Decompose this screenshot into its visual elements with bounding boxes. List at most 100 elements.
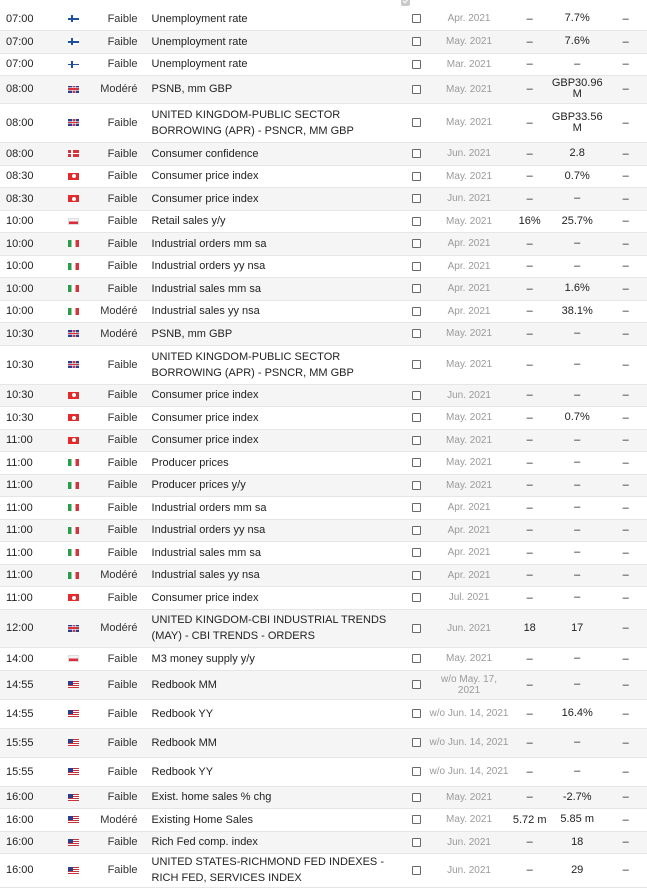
event-name[interactable]: Redbook YY <box>146 699 413 728</box>
table-row[interactable]: 11:00 Faible Consumer price index Jul. 2021… <box>0 586 647 609</box>
alert-checkbox[interactable] <box>412 118 422 128</box>
table-row[interactable]: 16:00 Faible Rich Fed comp. index Jun. 2021… <box>0 831 647 853</box>
alert-checkbox[interactable] <box>412 654 422 664</box>
table-row[interactable]: 08:30 Faible Consumer price index May. 2021… <box>0 165 647 187</box>
event-name[interactable]: Consumer price index <box>146 384 413 406</box>
alert-checkbox[interactable] <box>412 14 422 24</box>
alert-checkbox[interactable] <box>412 306 422 316</box>
table-row[interactable]: 07:00 Faible Unemployment rate Mar. 2021 – – – <box>0 53 647 75</box>
table-row[interactable]: 11:00 Faible Producer prices y/y May. 2021 –… <box>0 474 647 496</box>
table-row[interactable]: 11:00 Faible Industrial sales mm sa Apr. 20… <box>0 541 647 564</box>
table-row[interactable]: 14:55 Faible Redbook MM w/o May. 17, 2021 – –… <box>0 670 647 699</box>
table-row[interactable]: 10:00 Faible Industrial orders yy nsa Apr. … <box>0 255 647 277</box>
select-all-checkbox[interactable] <box>401 0 410 6</box>
table-row[interactable]: 11:00 Faible Consumer price index May. 2021… <box>0 429 647 451</box>
alert-checkbox[interactable] <box>412 329 422 339</box>
alert-checkbox[interactable] <box>412 413 422 423</box>
event-name[interactable]: Industrial orders yy nsa <box>146 255 413 277</box>
alert-checkbox[interactable] <box>412 792 422 802</box>
alert-checkbox[interactable] <box>412 738 422 748</box>
table-row[interactable]: 16:00 Faible Exist. home sales % chg May. 2… <box>0 786 647 808</box>
table-row[interactable]: 14:55 Faible Redbook YY w/o Jun. 14, 2021 – 1… <box>0 699 647 728</box>
table-row[interactable]: 08:00 Faible UNITED KINGDOM-PUBLIC SECTOR … <box>0 103 647 142</box>
event-name[interactable]: Retail sales y/y <box>146 210 413 232</box>
alert-checkbox[interactable] <box>412 837 422 847</box>
event-name[interactable]: Redbook YY <box>146 757 413 786</box>
table-row[interactable]: 10:30 Modéré PSNB, mm GBP May. 2021 – – – <box>0 322 647 345</box>
table-row[interactable]: 10:00 Modéré Industrial sales yy nsa Apr. 2… <box>0 300 647 322</box>
event-name[interactable]: Industrial sales yy nsa <box>146 300 413 322</box>
event-name[interactable]: Industrial sales mm sa <box>146 541 413 564</box>
table-row[interactable]: 11:00 Faible Industrial orders mm sa Apr. 2… <box>0 496 647 519</box>
event-name[interactable]: Rich Fed comp. index <box>146 831 413 853</box>
alert-checkbox[interactable] <box>412 593 422 603</box>
event-name[interactable]: Unemployment rate <box>146 30 413 53</box>
event-name[interactable]: PSNB, mm GBP <box>146 75 413 103</box>
table-row[interactable]: 16:00 Faible UNITED STATES-RICHMOND FED IN… <box>0 853 647 887</box>
table-row[interactable]: 08:00 Modéré PSNB, mm GBP May. 2021 – GBP30.9… <box>0 75 647 103</box>
table-row[interactable]: 10:00 Faible Retail sales y/y May. 2021 16% 2… <box>0 210 647 232</box>
alert-checkbox[interactable] <box>412 390 422 400</box>
alert-checkbox[interactable] <box>412 525 422 535</box>
table-row[interactable]: 08:30 Faible Consumer price index Jun. 2021… <box>0 187 647 210</box>
event-name[interactable]: Industrial orders mm sa <box>146 496 413 519</box>
alert-checkbox[interactable] <box>412 548 422 558</box>
event-name[interactable]: Consumer price index <box>146 586 413 609</box>
event-name[interactable]: Consumer price index <box>146 187 413 210</box>
alert-checkbox[interactable] <box>412 171 422 181</box>
alert-checkbox[interactable] <box>412 570 422 580</box>
event-name[interactable]: Consumer confidence <box>146 142 413 165</box>
table-row[interactable]: 10:30 Faible Consumer price index May. 2021… <box>0 406 647 429</box>
event-name[interactable]: Exist. home sales % chg <box>146 786 413 808</box>
table-row[interactable]: 10:30 Faible Consumer price index Jun. 2021… <box>0 384 647 406</box>
alert-checkbox[interactable] <box>412 623 422 633</box>
table-row[interactable]: 10:00 Faible Industrial sales mm sa Apr. 20… <box>0 277 647 300</box>
event-name[interactable]: Consumer price index <box>146 165 413 187</box>
table-row[interactable]: 07:00 Faible Unemployment rate May. 2021 – 7.… <box>0 30 647 53</box>
table-row[interactable]: 10:00 Faible Industrial orders mm sa Apr. 2… <box>0 232 647 255</box>
alert-checkbox[interactable] <box>412 37 422 47</box>
alert-checkbox[interactable] <box>412 239 422 249</box>
event-name[interactable]: Consumer price index <box>146 429 413 451</box>
table-row[interactable]: 11:00 Faible Producer prices May. 2021 – – – <box>0 451 647 474</box>
alert-checkbox[interactable] <box>412 680 422 690</box>
event-name[interactable]: UNITED STATES-RICHMOND FED INDEXES - RIC… <box>146 853 413 887</box>
event-name[interactable]: PSNB, mm GBP <box>146 322 413 345</box>
event-name[interactable]: Consumer price index <box>146 406 413 429</box>
alert-checkbox[interactable] <box>412 149 422 159</box>
table-row[interactable]: 07:00 Faible Unemployment rate Apr. 2021 – 7.… <box>0 8 647 30</box>
alert-checkbox[interactable] <box>412 458 422 468</box>
event-name[interactable]: Producer prices y/y <box>146 474 413 496</box>
alert-checkbox[interactable] <box>412 84 422 94</box>
event-name[interactable]: UNITED KINGDOM-CBI INDUSTRIAL TRENDS (MA… <box>146 609 413 647</box>
event-name[interactable]: Unemployment rate <box>146 8 413 30</box>
alert-checkbox[interactable] <box>412 59 422 69</box>
table-row[interactable]: 08:00 Faible Consumer confidence Jun. 2021 –… <box>0 142 647 165</box>
table-row[interactable]: 10:30 Faible UNITED KINGDOM-PUBLIC SECTOR … <box>0 345 647 384</box>
alert-checkbox[interactable] <box>412 709 422 719</box>
event-name[interactable]: Existing Home Sales <box>146 808 413 831</box>
alert-checkbox[interactable] <box>412 435 422 445</box>
event-name[interactable]: Industrial sales yy nsa <box>146 564 413 586</box>
event-name[interactable]: M3 money supply y/y <box>146 647 413 670</box>
event-name[interactable]: Producer prices <box>146 451 413 474</box>
event-name[interactable]: Redbook MM <box>146 728 413 757</box>
table-row[interactable]: 12:00 Modéré UNITED KINGDOM-CBI INDUSTRIAL… <box>0 609 647 647</box>
alert-checkbox[interactable] <box>412 360 422 370</box>
event-name[interactable]: Redbook MM <box>146 670 413 699</box>
alert-checkbox[interactable] <box>412 284 422 294</box>
alert-checkbox[interactable] <box>412 503 422 513</box>
alert-checkbox[interactable] <box>412 261 422 271</box>
alert-checkbox[interactable] <box>412 815 422 825</box>
event-name[interactable]: Industrial orders yy nsa <box>146 519 413 541</box>
alert-checkbox[interactable] <box>412 480 422 490</box>
event-name[interactable]: Unemployment rate <box>146 53 413 75</box>
table-row[interactable]: 11:00 Modéré Industrial sales yy nsa Apr. 2… <box>0 564 647 586</box>
event-name[interactable]: UNITED KINGDOM-PUBLIC SECTOR BORROWING (… <box>146 345 413 384</box>
table-row[interactable]: 11:00 Faible Industrial orders yy nsa Apr. … <box>0 519 647 541</box>
event-name[interactable]: Industrial orders mm sa <box>146 232 413 255</box>
event-name[interactable]: Industrial sales mm sa <box>146 277 413 300</box>
alert-checkbox[interactable] <box>412 194 422 204</box>
table-row[interactable]: 14:00 Faible M3 money supply y/y May. 2021 –… <box>0 647 647 670</box>
alert-checkbox[interactable] <box>412 216 422 226</box>
